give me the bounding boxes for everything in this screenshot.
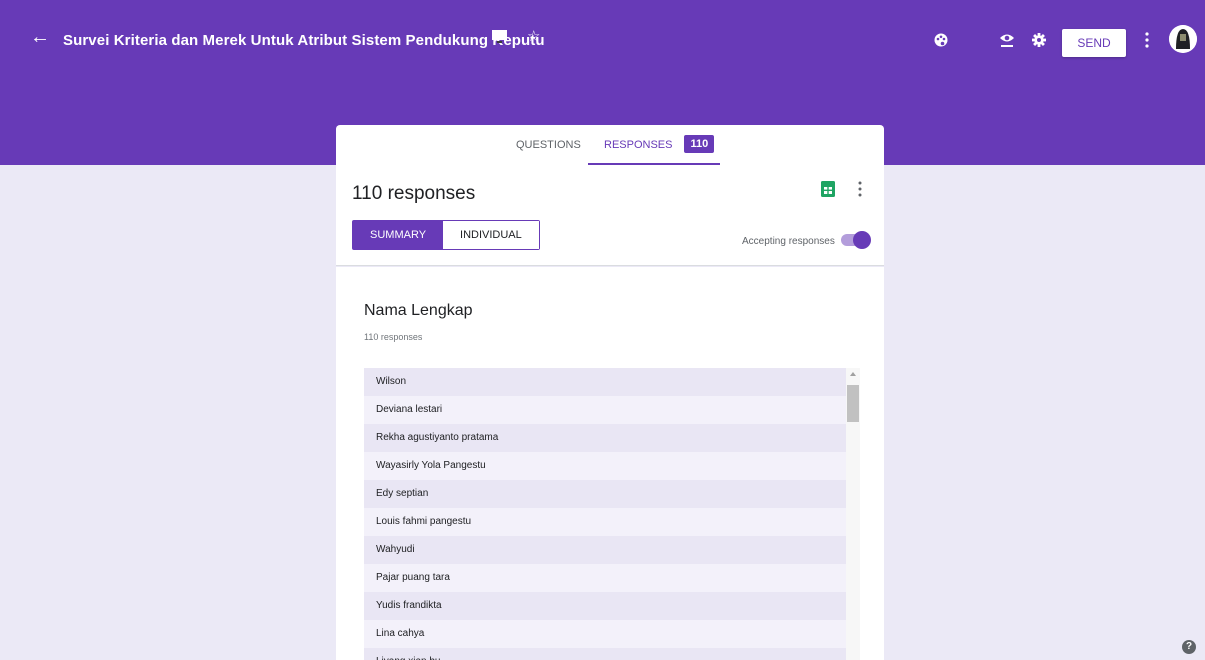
- view-switcher: SUMMARY INDIVIDUAL: [352, 220, 540, 250]
- help-icon[interactable]: ?: [1182, 640, 1196, 654]
- question-response-count: 110 responses: [364, 332, 423, 342]
- send-button[interactable]: SEND: [1062, 29, 1126, 57]
- list-item: Liyang xian bu: [364, 648, 846, 660]
- palette-icon[interactable]: [934, 33, 948, 47]
- list-item: Lina cahya: [364, 620, 846, 648]
- list-item: Edy septian: [364, 480, 846, 508]
- list-item: Deviana lestari: [364, 396, 846, 424]
- question-title: Nama Lengkap: [364, 302, 473, 319]
- list-item: Rekha agustiyanto pratama: [364, 424, 846, 452]
- answer-list-scrollbar[interactable]: [846, 368, 860, 660]
- list-item: Louis fahmi pangestu: [364, 508, 846, 536]
- avatar[interactable]: [1169, 25, 1197, 53]
- accepting-responses-toggle[interactable]: [841, 231, 871, 249]
- list-item: Wilson: [364, 368, 846, 396]
- folder-icon[interactable]: [492, 30, 507, 43]
- tab-responses-label: RESPONSES: [604, 139, 673, 151]
- list-item: Wayasirly Yola Pangestu: [364, 452, 846, 480]
- tab-questions[interactable]: QUESTIONS: [516, 125, 581, 165]
- sheets-icon[interactable]: [821, 181, 835, 197]
- avatar-image: [1169, 25, 1197, 53]
- responses-count: 110 responses: [352, 183, 476, 204]
- more-options-icon[interactable]: [858, 181, 862, 197]
- scroll-thumb[interactable]: [847, 385, 859, 422]
- form-title[interactable]: Survei Kriteria dan Merek Untuk Atribut …: [63, 32, 545, 49]
- toggle-knob: [853, 231, 871, 249]
- accepting-responses-label: Accepting responses: [742, 236, 835, 247]
- answer-list: Wilson Deviana lestari Rekha agustiyanto…: [364, 368, 846, 660]
- question-summary-card: Nama Lengkap 110 responses Wilson Devian…: [336, 267, 884, 660]
- list-item: Yudis frandikta: [364, 592, 846, 620]
- gear-icon[interactable]: [1032, 33, 1046, 47]
- tab-responses[interactable]: RESPONSES 110: [588, 125, 720, 165]
- individual-view-button[interactable]: INDIVIDUAL: [443, 221, 539, 249]
- star-icon[interactable]: ☆: [527, 29, 540, 44]
- scroll-up-arrow-icon[interactable]: [850, 372, 856, 376]
- eye-icon[interactable]: [999, 31, 1015, 47]
- responses-summary-header: 110 responses SUMMARY INDIVIDUAL Accepti…: [336, 165, 884, 266]
- summary-view-button[interactable]: SUMMARY: [353, 221, 444, 249]
- list-item: Wahyudi: [364, 536, 846, 564]
- list-item: Pajar puang tara: [364, 564, 846, 592]
- more-vert-icon[interactable]: [1145, 32, 1149, 48]
- responses-count-badge: 110: [684, 135, 715, 154]
- back-arrow-icon[interactable]: ←: [30, 27, 50, 47]
- tab-bar: QUESTIONS RESPONSES 110: [336, 125, 884, 165]
